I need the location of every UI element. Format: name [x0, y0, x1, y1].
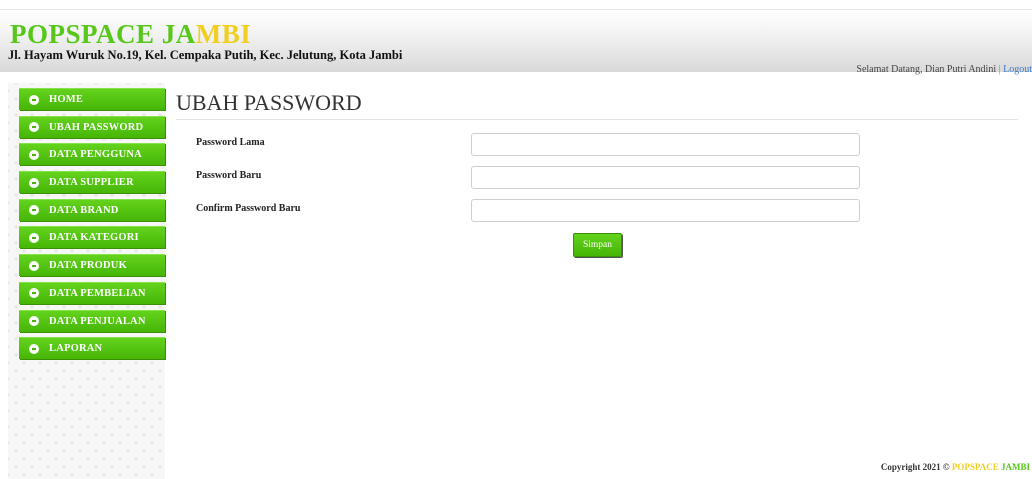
sidebar-item-home[interactable]: HOME	[19, 88, 165, 110]
store-address: Jl. Hayam Wuruk No.19, Kel. Cempaka Puti…	[8, 48, 403, 62]
brand-part2: MBI	[195, 19, 252, 49]
circle-bullet-icon	[29, 149, 39, 160]
circle-bullet-icon	[29, 122, 39, 133]
circle-bullet-icon	[29, 343, 39, 354]
form-row-password-baru: Password Baru	[196, 166, 866, 190]
sidebar-item-data-produk[interactable]: DATA PRODUK	[19, 254, 165, 277]
copyright-footer: Copyright 2021 © POPSPACE JAMBI	[881, 462, 1030, 472]
sidebar-item-data-pembelian[interactable]: DATA PEMBELIAN	[19, 281, 165, 304]
circle-bullet-icon	[29, 94, 39, 105]
sidebar-item-label: DATA BRAND	[49, 204, 119, 216]
password-lama-label: Password Lama	[196, 137, 265, 148]
form-row-password-lama: Password Lama	[196, 133, 866, 157]
sidebar: HOME UBAH PASSWORD DATA PENGGUNA DATA SU…	[8, 83, 165, 479]
brand-part1: POPSPACE JA	[10, 19, 196, 49]
circle-bullet-icon	[29, 260, 39, 271]
sidebar-item-label: UBAH PASSWORD	[49, 121, 144, 133]
confirm-password-input[interactable]	[471, 199, 860, 222]
password-lama-input[interactable]	[471, 133, 860, 156]
welcome-bar: Selamat Datang, Dian Putri Andini | Logo…	[856, 64, 1032, 75]
sidebar-item-laporan[interactable]: LAPORAN	[19, 337, 165, 360]
welcome-text: Selamat Datang, Dian Putri Andini	[856, 64, 997, 75]
logout-link[interactable]: Logout	[1003, 64, 1032, 75]
sidebar-menu: HOME UBAH PASSWORD DATA PENGGUNA DATA SU…	[19, 88, 165, 365]
sidebar-item-label: DATA SUPPLIER	[49, 177, 134, 189]
sidebar-item-label: DATA KATEGORI	[49, 232, 139, 244]
page-title: UBAH PASSWORD	[176, 90, 362, 115]
form-row-confirm-password: Confirm Password Baru	[196, 199, 866, 223]
sidebar-item-ubah-password[interactable]: UBAH PASSWORD	[19, 115, 165, 138]
sidebar-item-label: DATA PEMBELIAN	[49, 287, 146, 299]
sidebar-item-data-penjualan[interactable]: DATA PENJUALAN	[19, 309, 165, 332]
sidebar-item-data-pengguna[interactable]: DATA PENGGUNA	[19, 143, 165, 166]
header: POPSPACE JAMBI Jl. Hayam Wuruk No.19, Ke…	[0, 9, 1032, 75]
simpan-button[interactable]: Simpan	[573, 233, 622, 257]
sidebar-item-data-brand[interactable]: DATA BRAND	[19, 198, 165, 221]
circle-bullet-icon	[29, 316, 39, 326]
sidebar-item-data-kategori[interactable]: DATA KATEGORI	[19, 226, 165, 249]
title-divider	[176, 119, 1018, 120]
sidebar-item-label: DATA PENJUALAN	[49, 315, 146, 327]
brand-logo: POPSPACE JAMBI	[10, 20, 251, 48]
sidebar-item-data-supplier[interactable]: DATA SUPPLIER	[19, 171, 165, 194]
password-baru-label: Password Baru	[196, 170, 262, 181]
password-baru-input[interactable]	[471, 166, 860, 189]
circle-bullet-icon	[29, 205, 39, 216]
circle-bullet-icon	[29, 232, 39, 243]
sidebar-item-label: HOME	[49, 94, 84, 105]
circle-bullet-icon	[29, 288, 39, 299]
circle-bullet-icon	[29, 177, 39, 188]
copyright-brand-part1: POPSPACE	[951, 462, 1001, 472]
sidebar-item-label: DATA PRODUK	[49, 260, 127, 272]
copyright-prefix: Copyright 2021 ©	[880, 462, 952, 472]
confirm-password-label: Confirm Password Baru	[196, 203, 301, 214]
sidebar-item-label: DATA PENGGUNA	[49, 149, 142, 161]
sidebar-item-label: LAPORAN	[49, 343, 103, 355]
copyright-brand-part2: JAMBI	[1001, 462, 1030, 472]
